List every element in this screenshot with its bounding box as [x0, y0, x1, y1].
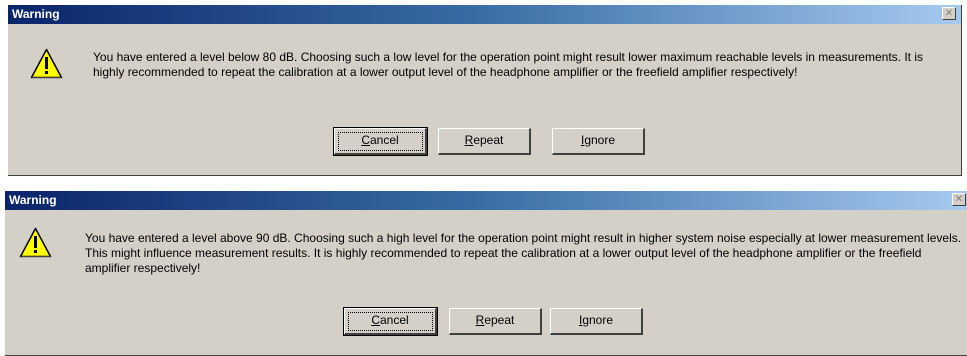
warning-message: You have entered a level above 90 dB. Ch…: [85, 231, 962, 275]
ignore-button[interactable]: Ignore: [550, 308, 643, 335]
warning-dialog-high-level: Warning ✕ You have entered a level above…: [5, 191, 967, 356]
title-bar[interactable]: Warning ✕: [5, 191, 967, 210]
repeat-button[interactable]: Repeat: [449, 308, 542, 335]
warning-message: You have entered a level below 80 dB. Ch…: [93, 50, 923, 79]
repeat-button[interactable]: Repeat: [438, 128, 531, 155]
warning-icon: [30, 48, 63, 79]
cancel-button[interactable]: Cancel: [343, 307, 438, 336]
warning-dialog-low-level: Warning ✕ You have entered a level below…: [8, 5, 962, 176]
ignore-button[interactable]: Ignore: [552, 128, 645, 155]
cancel-button[interactable]: Cancel: [333, 127, 428, 156]
close-icon[interactable]: ✕: [952, 193, 966, 206]
dialog-title: Warning: [12, 7, 60, 21]
dialog-title: Warning: [9, 193, 57, 207]
close-icon[interactable]: ✕: [942, 7, 956, 20]
warning-icon: [19, 227, 52, 258]
title-bar[interactable]: Warning ✕: [8, 5, 961, 24]
